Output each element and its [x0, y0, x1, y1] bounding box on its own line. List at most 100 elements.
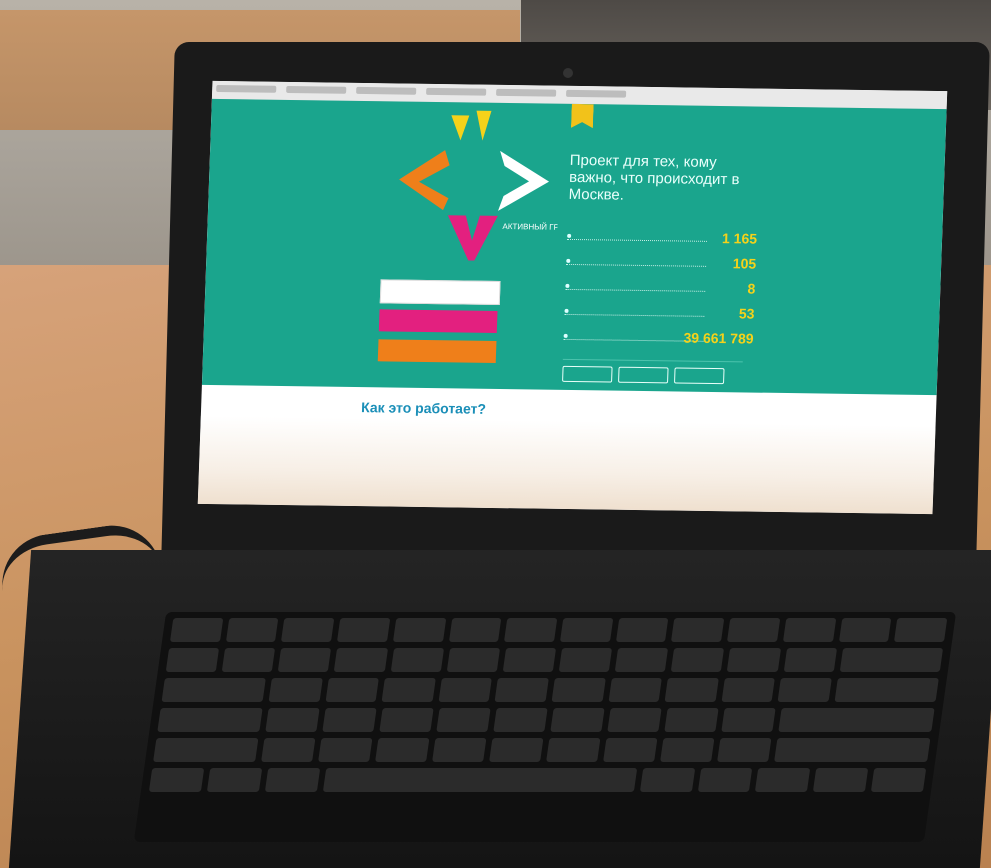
key-row	[148, 768, 927, 792]
key[interactable]	[783, 648, 837, 672]
key[interactable]	[493, 708, 548, 732]
key[interactable]	[838, 618, 892, 642]
bookmark-item[interactable]	[356, 86, 417, 95]
key[interactable]	[375, 738, 430, 762]
logo-top-yellow-icon	[476, 110, 492, 141]
key[interactable]	[894, 618, 948, 642]
key[interactable]	[660, 738, 715, 762]
key[interactable]	[615, 618, 669, 642]
key[interactable]	[614, 648, 669, 672]
bookmark-item[interactable]	[566, 89, 627, 98]
key-row	[161, 678, 939, 702]
stat-value: 8	[747, 280, 756, 297]
secondary-button[interactable]	[378, 309, 498, 333]
key[interactable]	[502, 648, 557, 672]
key[interactable]	[436, 708, 491, 732]
key[interactable]	[721, 678, 776, 702]
key[interactable]	[664, 708, 719, 732]
key[interactable]	[264, 768, 320, 792]
key[interactable]	[727, 618, 781, 642]
app-store-button[interactable]	[562, 365, 613, 383]
key[interactable]	[161, 678, 267, 702]
tertiary-button[interactable]	[377, 339, 497, 363]
key[interactable]	[721, 708, 776, 732]
key[interactable]	[206, 768, 262, 792]
logo-bottom-pink-icon	[447, 215, 498, 261]
bookmark-item[interactable]	[426, 87, 487, 96]
key[interactable]	[268, 678, 323, 702]
key[interactable]	[670, 648, 725, 672]
key[interactable]	[777, 678, 832, 702]
google-play-button[interactable]	[618, 366, 669, 384]
windows-store-button[interactable]	[674, 367, 725, 385]
stat-row: 8	[565, 269, 756, 297]
key[interactable]	[551, 678, 606, 702]
key[interactable]	[265, 708, 320, 732]
key[interactable]	[664, 678, 719, 702]
key[interactable]	[546, 738, 601, 762]
hero-section: АКТИВНЫЙ ГРАЖДАНИН Проект для тех, кому …	[201, 98, 947, 396]
key[interactable]	[165, 648, 220, 672]
key[interactable]	[608, 678, 663, 702]
bookmark-item[interactable]	[286, 85, 347, 94]
key[interactable]	[755, 768, 811, 792]
key[interactable]	[281, 618, 335, 642]
key[interactable]	[379, 708, 434, 732]
key[interactable]	[221, 648, 276, 672]
active-citizen-logo: АКТИВНЫЙ ГРАЖДАНИН	[399, 110, 561, 261]
key[interactable]	[727, 648, 781, 672]
logo-top-yellow-icon	[451, 115, 470, 141]
key[interactable]	[671, 618, 725, 642]
stats-list: 1 165 105 8 53 39 661 789	[563, 219, 757, 347]
spacebar[interactable]	[322, 768, 637, 792]
key[interactable]	[334, 648, 388, 672]
key[interactable]	[153, 738, 259, 762]
key[interactable]	[697, 768, 753, 792]
key[interactable]	[717, 738, 772, 762]
key[interactable]	[774, 738, 931, 762]
key[interactable]	[871, 768, 927, 792]
key[interactable]	[839, 648, 944, 672]
key[interactable]	[318, 738, 373, 762]
key[interactable]	[438, 678, 493, 702]
primary-button[interactable]	[379, 279, 501, 305]
key[interactable]	[504, 618, 558, 642]
key[interactable]	[157, 708, 263, 732]
key[interactable]	[322, 708, 377, 732]
bookmark-item[interactable]	[496, 88, 557, 97]
app-store-badges	[562, 365, 725, 385]
key[interactable]	[834, 678, 939, 702]
key[interactable]	[432, 738, 487, 762]
key[interactable]	[494, 678, 549, 702]
key[interactable]	[489, 738, 544, 762]
laptop-screen: АКТИВНЫЙ ГРАЖДАНИН Проект для тех, кому …	[197, 80, 948, 515]
key[interactable]	[225, 618, 279, 642]
key[interactable]	[558, 648, 613, 672]
key[interactable]	[550, 708, 605, 732]
key[interactable]	[446, 648, 500, 672]
key[interactable]	[813, 768, 869, 792]
key[interactable]	[390, 648, 444, 672]
key[interactable]	[607, 708, 662, 732]
key[interactable]	[148, 768, 205, 792]
key[interactable]	[261, 738, 316, 762]
keyboard	[133, 612, 957, 842]
key[interactable]	[782, 618, 836, 642]
key[interactable]	[559, 618, 614, 642]
key[interactable]	[325, 678, 380, 702]
logo-text: АКТИВНЫЙ ГРАЖДАНИН	[502, 222, 561, 232]
key-row	[165, 648, 944, 672]
bookmark-item[interactable]	[216, 84, 277, 93]
stat-value: 1 165	[721, 230, 758, 247]
key[interactable]	[778, 708, 935, 732]
key[interactable]	[278, 648, 332, 672]
key[interactable]	[381, 678, 436, 702]
key[interactable]	[337, 618, 391, 642]
key[interactable]	[639, 768, 695, 792]
bookmark-list	[216, 84, 627, 98]
ribbon-badge-icon	[571, 104, 594, 128]
key[interactable]	[169, 618, 224, 642]
key[interactable]	[603, 738, 658, 762]
key[interactable]	[448, 618, 502, 642]
key[interactable]	[392, 618, 446, 642]
